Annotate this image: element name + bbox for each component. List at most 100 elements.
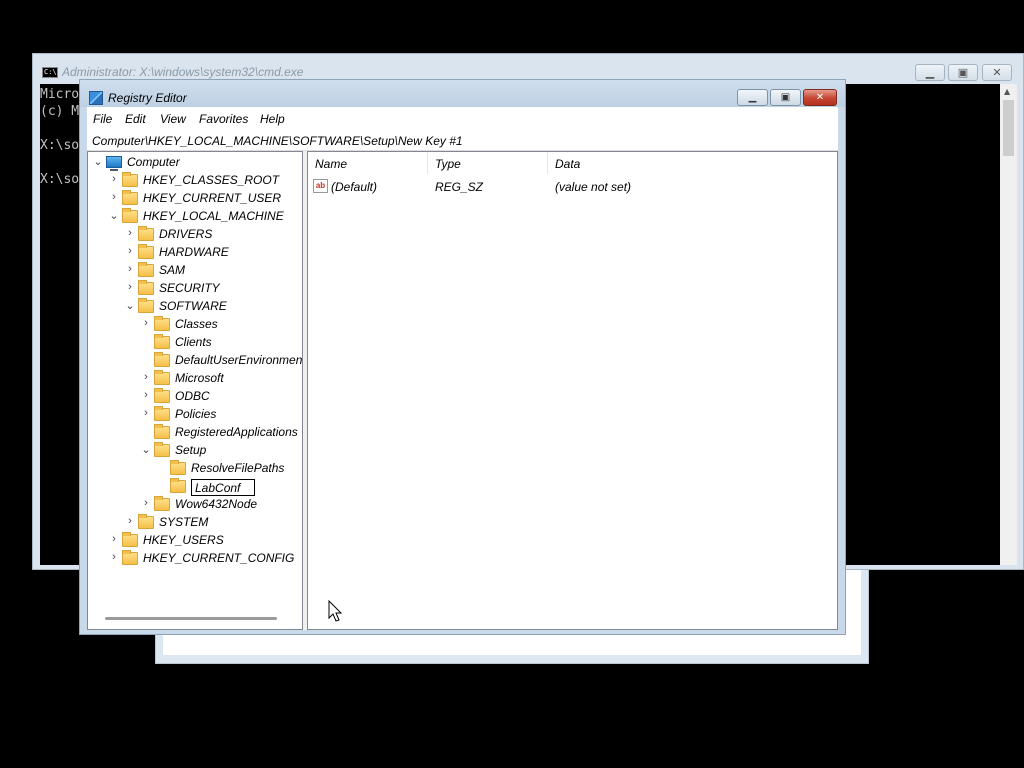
tree-item[interactable]: ⌄ Computer xyxy=(88,154,302,172)
folder-icon xyxy=(154,442,170,457)
close-button[interactable]: ✕ xyxy=(803,89,837,106)
value-name: (Default) xyxy=(331,180,378,194)
chevron-right-icon[interactable]: › xyxy=(109,533,119,545)
tree-item-label: DefaultUserEnvironmen xyxy=(175,353,303,367)
tree-item-label: Wow6432Node xyxy=(175,497,258,511)
cmd-scrollbar[interactable]: ▲ xyxy=(1000,84,1017,565)
chevron-down-icon[interactable]: ⌄ xyxy=(109,209,119,222)
tree-item[interactable]: DefaultUserEnvironmen xyxy=(88,352,302,370)
tree-item-label: Policies xyxy=(175,407,217,421)
tree-item[interactable]: › ODBC xyxy=(88,388,302,406)
tree-item[interactable]: RegisteredApplications xyxy=(88,424,302,442)
tree-item[interactable]: › DRIVERS xyxy=(88,226,302,244)
chevron-right-icon[interactable]: › xyxy=(109,173,119,185)
rename-input[interactable]: LabConf xyxy=(191,479,255,496)
cmd-minimize-button[interactable]: ▁ xyxy=(915,64,945,81)
menu-edit[interactable]: Edit xyxy=(125,112,146,126)
tree-item[interactable]: › SAM xyxy=(88,262,302,280)
chevron-right-icon[interactable]: › xyxy=(125,281,135,293)
folder-icon xyxy=(122,532,138,547)
tree-item[interactable]: ⌄ HKEY_LOCAL_MACHINE xyxy=(88,208,302,226)
folder-icon xyxy=(170,478,186,493)
tree-item[interactable]: › Wow6432Node xyxy=(88,496,302,514)
tree-item[interactable]: › HKEY_CLASSES_ROOT xyxy=(88,172,302,190)
close-icon: ✕ xyxy=(815,92,825,103)
folder-icon xyxy=(122,208,138,223)
chevron-right-icon[interactable]: › xyxy=(109,191,119,203)
tree-item[interactable]: ResolveFilePaths xyxy=(88,460,302,478)
maximize-icon: ▣ xyxy=(780,92,791,103)
folder-icon xyxy=(154,496,170,511)
tree-item-label: SOFTWARE xyxy=(159,299,227,313)
string-value-icon: ab xyxy=(313,179,328,193)
tree-item-label: HKEY_LOCAL_MACHINE xyxy=(143,209,284,223)
chevron-right-icon[interactable]: › xyxy=(141,407,151,419)
regedit-titlebar[interactable]: Registry Editor ▁ ▣ ✕ xyxy=(80,80,845,107)
tree-horizontal-scrollbar[interactable] xyxy=(105,617,277,620)
tree-item[interactable]: › Microsoft xyxy=(88,370,302,388)
column-type[interactable]: Type xyxy=(428,152,548,174)
tree-item-label: Classes xyxy=(175,317,218,331)
minimize-button[interactable]: ▁ xyxy=(737,89,768,106)
chevron-right-icon[interactable]: › xyxy=(141,497,151,509)
tree-item-label: ResolveFilePaths xyxy=(191,461,285,475)
folder-icon xyxy=(154,334,170,349)
regedit-icon xyxy=(89,91,103,105)
tree-item[interactable]: › Classes xyxy=(88,316,302,334)
tree-item[interactable]: › HARDWARE xyxy=(88,244,302,262)
chevron-right-icon[interactable]: › xyxy=(125,263,135,275)
cmd-maximize-button[interactable]: ▣ xyxy=(948,64,978,81)
chevron-right-icon[interactable]: › xyxy=(125,245,135,257)
tree-item[interactable]: › HKEY_USERS xyxy=(88,532,302,550)
cmd-close-button[interactable]: ✕ xyxy=(982,64,1012,81)
folder-icon xyxy=(122,550,138,565)
chevron-right-icon[interactable]: › xyxy=(109,551,119,563)
tree-item[interactable]: Clients xyxy=(88,334,302,352)
address-bar[interactable]: Computer\HKEY_LOCAL_MACHINE\SOFTWARE\Set… xyxy=(87,129,838,151)
value-row[interactable]: ab (Default) REG_SZ (value not set) xyxy=(308,178,828,196)
chevron-right-icon[interactable]: › xyxy=(141,389,151,401)
tree-item-label: Microsoft xyxy=(175,371,224,385)
registry-tree[interactable]: ⌄ Computer › HKEY_CLASSES_ROOT › HKEY_CURRENT… xyxy=(87,151,303,630)
folder-icon xyxy=(154,352,170,367)
tree-item[interactable]: › SYSTEM xyxy=(88,514,302,532)
regedit-title: Registry Editor xyxy=(108,91,187,105)
tree-item[interactable]: › Policies xyxy=(88,406,302,424)
values-list[interactable]: Name Type Data ab (Default) REG_SZ (valu… xyxy=(307,151,838,630)
column-data[interactable]: Data xyxy=(548,152,838,174)
tree-item[interactable]: › SECURITY xyxy=(88,280,302,298)
chevron-down-icon[interactable]: ⌄ xyxy=(125,299,135,312)
value-type: REG_SZ xyxy=(435,180,484,194)
menu-favorites[interactable]: Favorites xyxy=(199,112,248,126)
scroll-thumb[interactable] xyxy=(1003,100,1014,156)
tree-item[interactable]: ⌄ Setup xyxy=(88,442,302,460)
value-data: (value not set) xyxy=(555,180,632,194)
tree-item-label: Setup xyxy=(175,443,207,457)
tree-item[interactable]: › HKEY_CURRENT_CONFIG xyxy=(88,550,302,568)
chevron-down-icon[interactable]: ⌄ xyxy=(93,155,103,168)
chevron-down-icon[interactable]: ⌄ xyxy=(141,443,151,456)
chevron-right-icon[interactable]: › xyxy=(141,317,151,329)
chevron-right-icon[interactable]: › xyxy=(125,515,135,527)
tree-item[interactable]: ⌄ SOFTWARE xyxy=(88,298,302,316)
chevron-right-icon[interactable]: › xyxy=(125,227,135,239)
tree-item[interactable]: LabConf xyxy=(88,478,302,496)
menu-help[interactable]: Help xyxy=(260,112,285,126)
mouse-cursor-icon xyxy=(328,599,343,622)
scroll-up-icon[interactable]: ▲ xyxy=(1004,87,1010,96)
tree-item-label: ODBC xyxy=(175,389,210,403)
tree-item-label: SECURITY xyxy=(159,281,220,295)
menu-file[interactable]: File xyxy=(93,112,112,126)
minimize-icon: ▁ xyxy=(748,92,757,103)
menu-view[interactable]: View xyxy=(160,112,186,126)
folder-icon xyxy=(138,226,154,241)
maximize-button[interactable]: ▣ xyxy=(770,89,801,106)
computer-icon xyxy=(106,156,122,171)
tree-item-label: HKEY_CURRENT_USER xyxy=(143,191,282,205)
folder-icon xyxy=(154,316,170,331)
tree-item[interactable]: › HKEY_CURRENT_USER xyxy=(88,190,302,208)
chevron-right-icon[interactable]: › xyxy=(141,371,151,383)
folder-icon xyxy=(154,388,170,403)
tree-item-label: DRIVERS xyxy=(159,227,213,241)
column-name[interactable]: Name xyxy=(308,152,428,174)
